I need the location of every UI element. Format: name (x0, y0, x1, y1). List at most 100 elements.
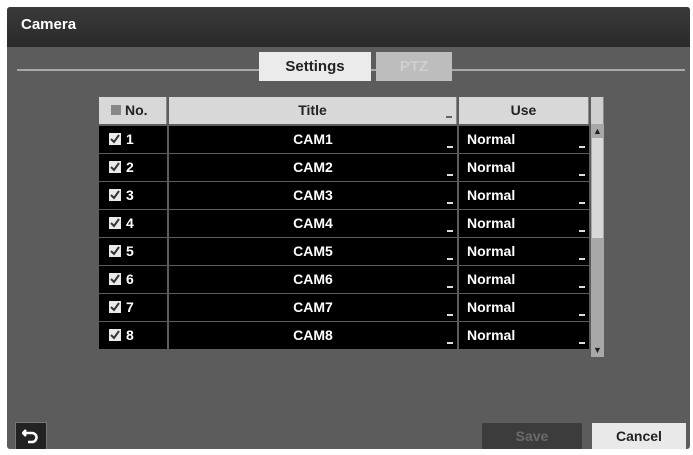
row-use-cell[interactable]: Normal (459, 322, 589, 349)
edit-icon (447, 314, 453, 316)
checkbox-icon[interactable] (109, 273, 121, 286)
edit-icon (447, 258, 453, 260)
edit-icon (447, 202, 453, 204)
row-no-cell[interactable]: 7 (99, 294, 167, 321)
row-use: Normal (467, 215, 516, 231)
table-row: 7 CAM7 Normal (99, 294, 604, 321)
row-title-cell[interactable]: CAM4 (169, 210, 457, 237)
row-title: CAM7 (293, 299, 333, 315)
table-row: 4 CAM4 Normal (99, 210, 604, 237)
row-title-cell[interactable]: CAM3 (169, 182, 457, 209)
dropdown-icon (579, 258, 585, 260)
header-use[interactable]: Use (459, 97, 589, 124)
edit-icon (447, 230, 453, 232)
row-use: Normal (467, 299, 516, 315)
checkbox-icon[interactable] (109, 161, 121, 174)
row-no-cell[interactable]: 8 (99, 322, 167, 349)
row-use: Normal (467, 159, 516, 175)
row-title-cell[interactable]: CAM5 (169, 238, 457, 265)
checkbox-icon[interactable] (109, 329, 121, 342)
edit-icon (447, 286, 453, 288)
row-use: Normal (467, 187, 516, 203)
header-title[interactable]: Title (169, 97, 457, 124)
row-use: Normal (467, 243, 516, 259)
dropdown-icon (579, 230, 585, 232)
row-title-cell[interactable]: CAM6 (169, 266, 457, 293)
row-use-cell[interactable]: Normal (459, 294, 589, 321)
tab-settings[interactable]: Settings (259, 52, 371, 81)
row-no: 7 (126, 299, 134, 315)
row-no-cell[interactable]: 6 (99, 266, 167, 293)
row-use-cell[interactable]: Normal (459, 210, 589, 237)
row-use: Normal (467, 271, 516, 287)
edit-icon (447, 174, 453, 176)
row-use-cell[interactable]: Normal (459, 182, 589, 209)
row-title-cell[interactable]: CAM8 (169, 322, 457, 349)
row-use: Normal (467, 327, 516, 343)
table-row: 8 CAM8 Normal (99, 322, 604, 349)
row-no: 6 (126, 271, 134, 287)
row-no-cell[interactable]: 5 (99, 238, 167, 265)
row-no-cell[interactable]: 2 (99, 154, 167, 181)
row-no: 2 (126, 159, 134, 175)
save-button[interactable]: Save (482, 423, 582, 449)
table-row: 6 CAM6 Normal (99, 266, 604, 293)
scroll-down-icon[interactable]: ▼ (591, 345, 604, 355)
edit-icon (447, 342, 453, 344)
row-use: Normal (467, 131, 516, 147)
table-row: 1 CAM1 Normal (99, 126, 604, 153)
checkbox-icon[interactable] (109, 245, 121, 258)
sort-icon (446, 116, 452, 118)
dropdown-icon (579, 314, 585, 316)
dropdown-icon (579, 342, 585, 344)
row-use-cell[interactable]: Normal (459, 154, 589, 181)
header-no-label: No. (125, 102, 148, 118)
row-title-cell[interactable]: CAM7 (169, 294, 457, 321)
row-no: 1 (126, 131, 134, 147)
checkbox-icon[interactable] (109, 189, 121, 202)
table-row: 3 CAM3 Normal (99, 182, 604, 209)
row-no: 3 (126, 187, 134, 203)
row-no-cell[interactable]: 4 (99, 210, 167, 237)
row-use-cell[interactable]: Normal (459, 126, 589, 153)
checkbox-icon[interactable] (109, 133, 121, 146)
row-title: CAM6 (293, 271, 333, 287)
row-title: CAM5 (293, 243, 333, 259)
row-title-cell[interactable]: CAM1 (169, 126, 457, 153)
title-bar: Camera (7, 7, 690, 47)
row-no: 5 (126, 243, 134, 259)
cancel-button[interactable]: Cancel (592, 423, 686, 449)
dropdown-icon (579, 286, 585, 288)
tab-ptz[interactable]: PTZ (376, 52, 452, 81)
row-title: CAM2 (293, 159, 333, 175)
row-no-cell[interactable]: 3 (99, 182, 167, 209)
table-row: 2 CAM2 Normal (99, 154, 604, 181)
row-title: CAM8 (293, 327, 333, 343)
dropdown-icon (579, 202, 585, 204)
back-button[interactable] (15, 422, 47, 449)
row-title: CAM1 (293, 131, 333, 147)
header-use-label: Use (510, 102, 537, 118)
dropdown-icon (579, 146, 585, 148)
checkbox-icon[interactable] (109, 301, 121, 314)
select-all-checkbox-icon[interactable] (111, 105, 121, 116)
row-no: 8 (126, 327, 134, 343)
scroll-up-icon[interactable]: ▲ (591, 126, 604, 136)
camera-window: Camera Settings PTZ No. Title Use 1 CAM1… (7, 7, 690, 449)
header-scroll-spacer (591, 97, 604, 124)
row-title: CAM3 (293, 187, 333, 203)
header-no[interactable]: No. (99, 97, 167, 124)
row-use-cell[interactable]: Normal (459, 238, 589, 265)
header-title-label: Title (298, 102, 327, 118)
row-title-cell[interactable]: CAM2 (169, 154, 457, 181)
dropdown-icon (579, 174, 585, 176)
row-no: 4 (126, 215, 134, 231)
scroll-thumb[interactable] (592, 138, 603, 238)
row-title: CAM4 (293, 215, 333, 231)
row-use-cell[interactable]: Normal (459, 266, 589, 293)
row-no-cell[interactable]: 1 (99, 126, 167, 153)
table-scrollbar[interactable]: ▲ ▼ (591, 124, 604, 357)
checkbox-icon[interactable] (109, 217, 121, 230)
camera-table: No. Title Use 1 CAM1 Normal 2 CAM2 Norma… (99, 97, 604, 357)
table-row: 5 CAM5 Normal (99, 238, 604, 265)
